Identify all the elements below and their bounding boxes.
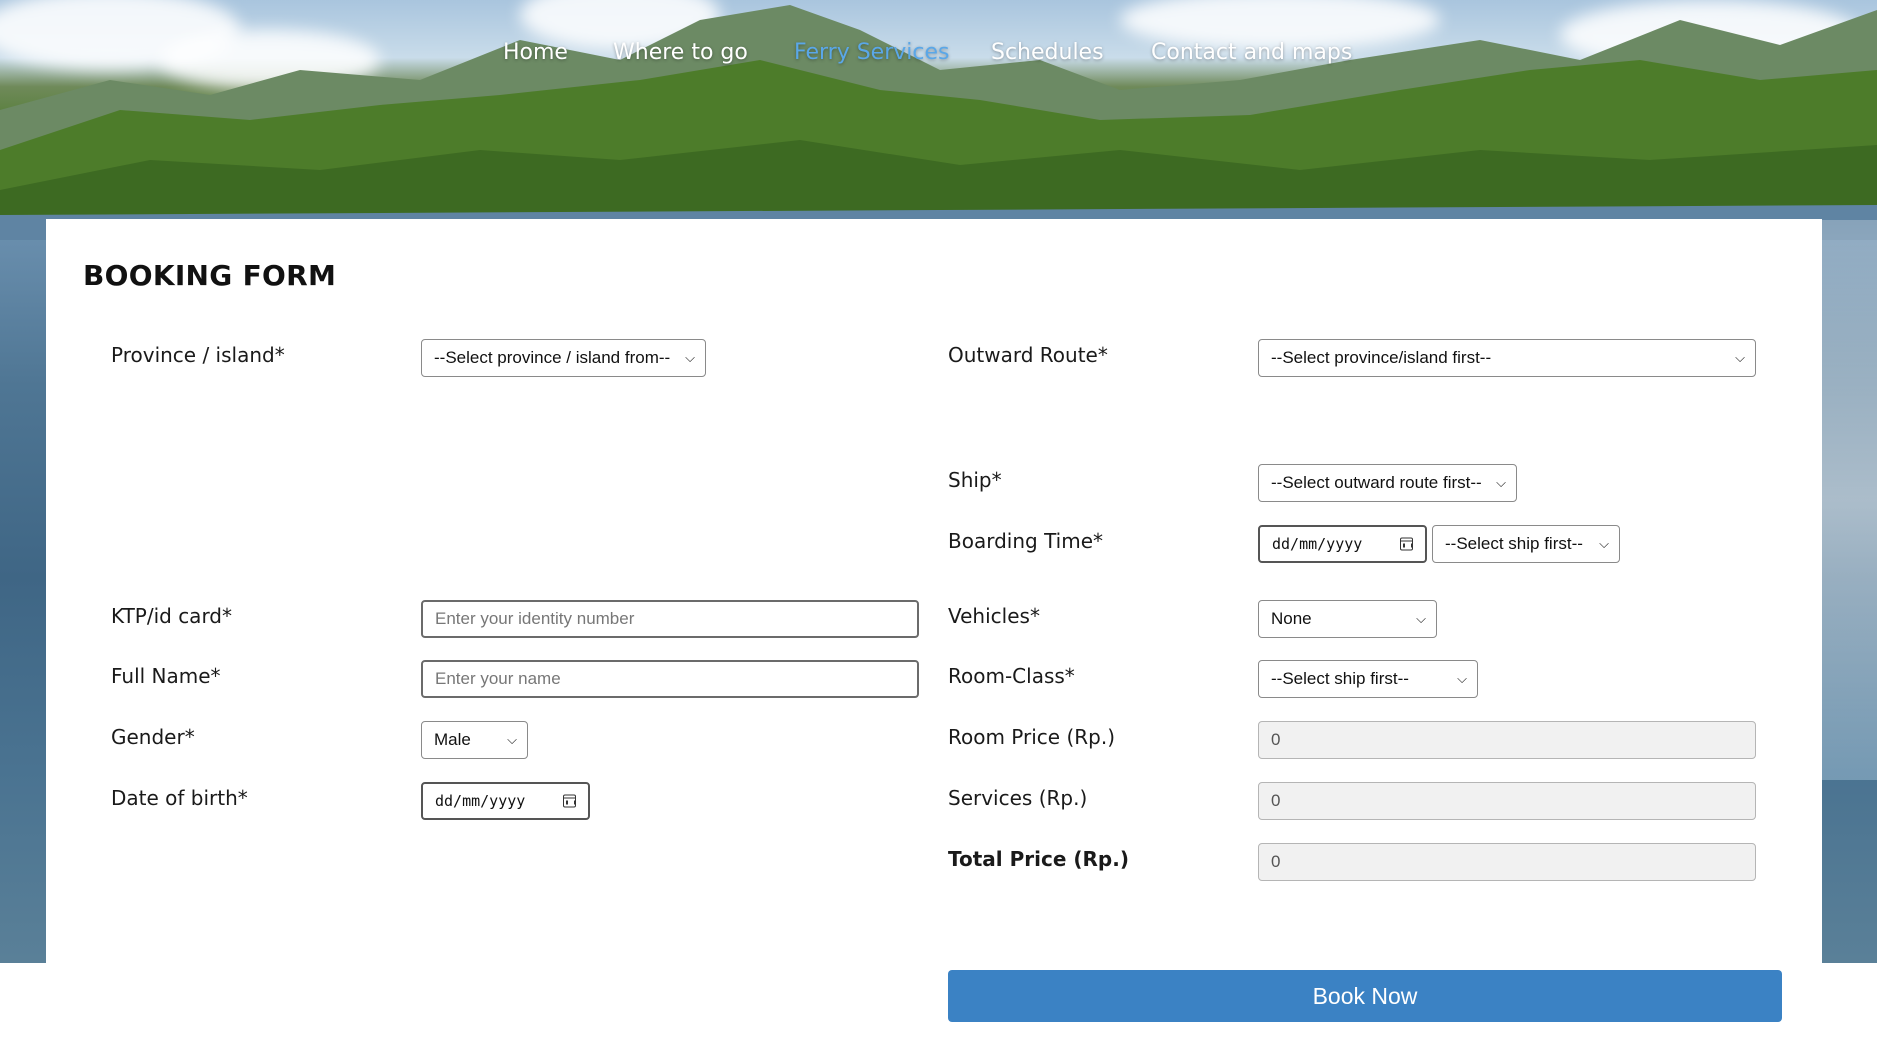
nav-ferry-services[interactable]: Ferry Services bbox=[794, 40, 949, 65]
calendar-icon[interactable] bbox=[1400, 537, 1413, 551]
dob-date-placeholder: dd/mm/yyyy bbox=[435, 792, 526, 810]
boarding-time-select-value: --Select ship first-- bbox=[1445, 534, 1583, 553]
outward-route-select-value: --Select province/island first-- bbox=[1271, 348, 1492, 367]
room-price-field: 0 bbox=[1258, 721, 1756, 759]
room-price-value: 0 bbox=[1271, 730, 1281, 749]
chevron-down-icon: ⌵ bbox=[1496, 475, 1506, 490]
booking-form-card: BOOKING FORM Province / island* --Select… bbox=[46, 219, 1822, 1022]
book-now-button[interactable]: Book Now bbox=[948, 970, 1782, 1022]
total-price-value: 0 bbox=[1271, 852, 1281, 871]
chevron-down-icon: ⌵ bbox=[1599, 536, 1609, 551]
room-class-select-value: --Select ship first-- bbox=[1271, 669, 1409, 688]
chevron-down-icon: ⌵ bbox=[1457, 671, 1467, 686]
province-label: Province / island* bbox=[111, 343, 285, 367]
chevron-down-icon: ⌵ bbox=[1735, 350, 1745, 365]
boarding-time-label: Boarding Time* bbox=[948, 529, 1104, 553]
vehicles-select[interactable]: None ⌵ bbox=[1258, 600, 1437, 638]
services-value: 0 bbox=[1271, 791, 1281, 810]
gender-select-value: Male bbox=[434, 730, 471, 749]
boarding-date-placeholder: dd/mm/yyyy bbox=[1272, 535, 1363, 553]
chevron-down-icon: ⌵ bbox=[685, 350, 695, 365]
nav-schedules[interactable]: Schedules bbox=[991, 40, 1104, 65]
outward-route-label: Outward Route* bbox=[948, 343, 1108, 367]
nav-where-to-go[interactable]: Where to go bbox=[613, 40, 748, 65]
gender-label: Gender* bbox=[111, 725, 195, 749]
total-price-label: Total Price (Rp.) bbox=[948, 847, 1129, 871]
ship-select-value: --Select outward route first-- bbox=[1271, 473, 1482, 492]
full-name-label: Full Name* bbox=[111, 664, 221, 688]
room-price-label: Room Price (Rp.) bbox=[948, 725, 1116, 749]
room-class-select[interactable]: --Select ship first-- ⌵ bbox=[1258, 660, 1478, 698]
ship-label: Ship* bbox=[948, 468, 1002, 492]
province-select[interactable]: --Select province / island from-- ⌵ bbox=[421, 339, 706, 377]
full-name-input[interactable]: Enter your name bbox=[421, 660, 919, 698]
room-class-label: Room-Class* bbox=[948, 664, 1075, 688]
chevron-down-icon: ⌵ bbox=[507, 732, 517, 747]
services-field: 0 bbox=[1258, 782, 1756, 820]
gender-select[interactable]: Male ⌵ bbox=[421, 721, 528, 759]
calendar-icon[interactable] bbox=[563, 794, 576, 808]
ktp-label: KTP/id card* bbox=[111, 604, 233, 628]
vehicles-label: Vehicles* bbox=[948, 604, 1040, 628]
chevron-down-icon: ⌵ bbox=[1416, 611, 1426, 626]
nav-home[interactable]: Home bbox=[503, 40, 568, 65]
boarding-time-select[interactable]: --Select ship first-- ⌵ bbox=[1432, 525, 1620, 563]
services-label: Services (Rp.) bbox=[948, 786, 1088, 810]
ktp-input-placeholder: Enter your identity number bbox=[435, 609, 635, 628]
province-select-value: --Select province / island from-- bbox=[434, 348, 671, 367]
nav-contact-and-maps[interactable]: Contact and maps bbox=[1151, 40, 1352, 65]
form-title: BOOKING FORM bbox=[83, 259, 337, 292]
main-navigation: Home Where to go Ferry Services Schedule… bbox=[0, 40, 1877, 80]
dob-date-input[interactable]: dd/mm/yyyy bbox=[421, 782, 590, 820]
ship-select[interactable]: --Select outward route first-- ⌵ bbox=[1258, 464, 1517, 502]
full-name-input-placeholder: Enter your name bbox=[435, 669, 561, 688]
total-price-field: 0 bbox=[1258, 843, 1756, 881]
vehicles-select-value: None bbox=[1271, 609, 1312, 628]
boarding-date-input[interactable]: dd/mm/yyyy bbox=[1258, 525, 1427, 563]
ktp-input[interactable]: Enter your identity number bbox=[421, 600, 919, 638]
dob-label: Date of birth* bbox=[111, 786, 248, 810]
outward-route-select[interactable]: --Select province/island first-- ⌵ bbox=[1258, 339, 1756, 377]
